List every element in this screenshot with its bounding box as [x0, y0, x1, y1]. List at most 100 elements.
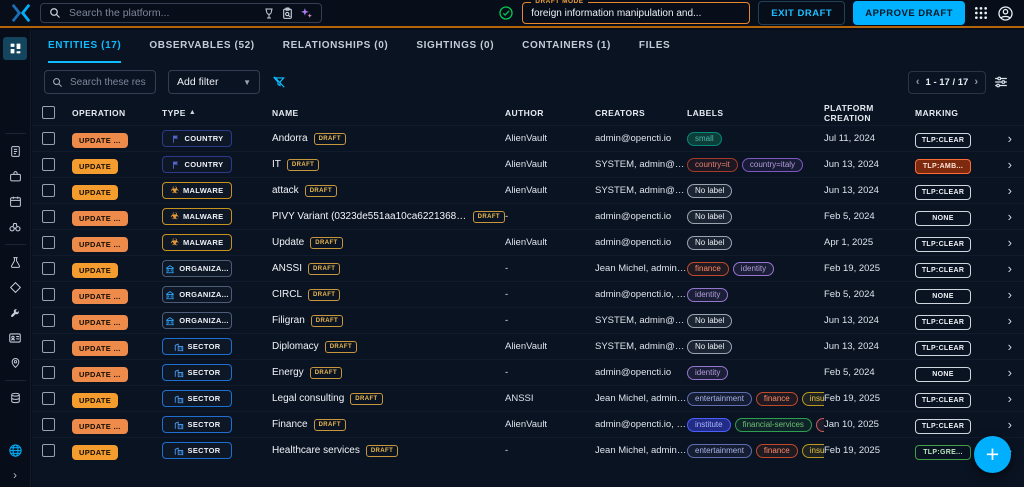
table-row[interactable]: UPDATE ... ORGANIZA... Filigran DRAFT - …	[32, 307, 1024, 333]
row-checkbox[interactable]	[42, 366, 55, 379]
label-chip[interactable]: finance	[687, 262, 729, 276]
label-chip[interactable]: No label	[687, 340, 732, 354]
table-row[interactable]: UPDATE ☣ MALWARE attack DRAFT AlienVault…	[32, 177, 1024, 203]
opencti-logo-icon[interactable]	[10, 3, 32, 23]
column-header-marking[interactable]: MARKING	[915, 108, 992, 118]
label-chip[interactable]: institute	[687, 418, 731, 432]
label-chip[interactable]: No label	[687, 210, 732, 224]
row-expand-icon[interactable]: ›	[1008, 132, 1012, 145]
table-row[interactable]: UPDATE ORGANIZA... ANSSI DRAFT - Jean Mi…	[32, 255, 1024, 281]
table-row[interactable]: UPDATE ... COUNTRY Andorra DRAFT AlienVa…	[32, 125, 1024, 151]
sidebar-item-threats[interactable]	[3, 252, 27, 273]
row-expand-icon[interactable]: ›	[1008, 418, 1012, 431]
label-chip[interactable]: No label	[687, 314, 732, 328]
row-checkbox[interactable]	[42, 210, 55, 223]
column-header-platform-creation[interactable]: PLATFORM CREATION	[824, 103, 915, 123]
expand-sidebar-icon[interactable]: ›	[13, 469, 17, 481]
sidebar-item-data[interactable]	[3, 388, 27, 409]
row-checkbox[interactable]	[42, 314, 55, 327]
row-expand-icon[interactable]: ›	[1008, 236, 1012, 249]
table-row[interactable]: UPDATE COUNTRY IT DRAFT AlienVault SYSTE…	[32, 151, 1024, 177]
row-checkbox[interactable]	[42, 340, 55, 353]
label-chip[interactable]: No label	[687, 236, 732, 250]
column-header-operation[interactable]: OPERATION	[72, 108, 162, 118]
add-filter-dropdown[interactable]: Add filter ▼	[168, 70, 260, 94]
label-chip[interactable]: entertainment	[687, 392, 752, 406]
column-header-creators[interactable]: CREATORS	[595, 108, 687, 118]
global-search[interactable]	[40, 3, 322, 23]
row-expand-icon[interactable]: ›	[1008, 340, 1012, 353]
results-search[interactable]	[44, 70, 156, 94]
select-all-checkbox[interactable]	[42, 106, 55, 119]
previous-page-icon[interactable]: ‹	[916, 77, 920, 88]
label-chip[interactable]: identity	[687, 366, 728, 380]
label-chip[interactable]: country=it	[687, 158, 738, 172]
advanced-search-icon[interactable]	[263, 7, 275, 20]
column-header-name[interactable]: NAME	[272, 108, 505, 118]
table-row[interactable]: UPDATE ... SECTOR Energy DRAFT - admin@o…	[32, 359, 1024, 385]
row-checkbox[interactable]	[42, 444, 55, 457]
row-checkbox[interactable]	[42, 288, 55, 301]
next-page-icon[interactable]: ›	[974, 77, 978, 88]
label-chip[interactable]: insurance	[802, 392, 824, 406]
sidebar-item-arsenal[interactable]	[3, 277, 27, 298]
sidebar-item-events[interactable]	[3, 191, 27, 212]
column-header-type[interactable]: TYPE▲	[162, 108, 272, 118]
table-row[interactable]: UPDATE ... ORGANIZA... CIRCL DRAFT - adm…	[32, 281, 1024, 307]
label-chip[interactable]: sector	[816, 418, 824, 432]
label-chip[interactable]: entertainment	[687, 444, 752, 458]
label-chip[interactable]: No label	[687, 184, 732, 198]
table-row[interactable]: UPDATE SECTOR Healthcare services DRAFT …	[32, 437, 1024, 463]
tab-files[interactable]: FILES	[639, 30, 670, 63]
row-expand-icon[interactable]: ›	[1008, 392, 1012, 405]
account-icon[interactable]	[997, 5, 1014, 22]
sidebar-item-hub[interactable]	[3, 440, 27, 461]
row-expand-icon[interactable]: ›	[1008, 210, 1012, 223]
table-row[interactable]: UPDATE SECTOR Legal consulting DRAFT ANS…	[32, 385, 1024, 411]
label-chip[interactable]: finance	[756, 444, 798, 458]
sidebar-item-cases[interactable]	[3, 166, 27, 187]
draft-mode-indicator[interactable]: DRAFT MODE foreign information manipulat…	[522, 2, 750, 24]
label-chip[interactable]: small	[687, 132, 722, 146]
clear-filters-icon[interactable]	[272, 75, 286, 89]
row-checkbox[interactable]	[42, 132, 55, 145]
sidebar-item-dashboard[interactable]	[3, 37, 27, 60]
global-search-input[interactable]	[67, 6, 257, 20]
sidebar-item-locations[interactable]	[3, 352, 27, 373]
column-header-labels[interactable]: LABELS	[687, 108, 824, 118]
row-expand-icon[interactable]: ›	[1008, 184, 1012, 197]
label-chip[interactable]: financial-services	[735, 418, 812, 432]
row-expand-icon[interactable]: ›	[1008, 288, 1012, 301]
tab-containers[interactable]: CONTAINERS (1)	[522, 30, 611, 63]
sidebar-item-observations[interactable]	[3, 216, 27, 237]
row-expand-icon[interactable]: ›	[1008, 366, 1012, 379]
label-chip[interactable]: identity	[733, 262, 774, 276]
bulk-search-icon[interactable]	[281, 7, 294, 20]
row-checkbox[interactable]	[42, 184, 55, 197]
label-chip[interactable]: country=italy	[742, 158, 803, 172]
row-checkbox[interactable]	[42, 262, 55, 275]
table-row[interactable]: UPDATE ... ☣ MALWARE Update DRAFT AlienV…	[32, 229, 1024, 255]
sidebar-item-entities[interactable]	[3, 327, 27, 348]
ask-ai-sparkle-icon[interactable]	[300, 7, 313, 20]
list-settings-icon[interactable]	[994, 76, 1008, 88]
row-checkbox[interactable]	[42, 392, 55, 405]
sidebar-item-techniques[interactable]	[3, 302, 27, 323]
row-checkbox[interactable]	[42, 158, 55, 171]
row-expand-icon[interactable]: ›	[1008, 262, 1012, 275]
results-search-input[interactable]	[68, 76, 148, 89]
tab-sightings[interactable]: SIGHTINGS (0)	[416, 30, 494, 63]
sidebar-item-analyses[interactable]	[3, 141, 27, 162]
table-row[interactable]: UPDATE ... SECTOR Finance DRAFT AlienVau…	[32, 411, 1024, 437]
tab-entities[interactable]: ENTITIES (17)	[48, 30, 121, 63]
approve-draft-button[interactable]: APPROVE DRAFT	[853, 1, 965, 25]
tab-observables[interactable]: OBSERVABLES (52)	[149, 30, 254, 63]
table-row[interactable]: UPDATE ... ☣ MALWARE PIVY Variant (0323d…	[32, 203, 1024, 229]
apps-grid-icon[interactable]	[973, 5, 989, 21]
tab-relationships[interactable]: RELATIONSHIPS (0)	[283, 30, 389, 63]
row-expand-icon[interactable]: ›	[1008, 314, 1012, 327]
row-checkbox[interactable]	[42, 236, 55, 249]
column-header-author[interactable]: AUTHOR	[505, 108, 595, 118]
exit-draft-button[interactable]: EXIT DRAFT	[758, 1, 845, 25]
label-chip[interactable]: insurance	[802, 444, 824, 458]
